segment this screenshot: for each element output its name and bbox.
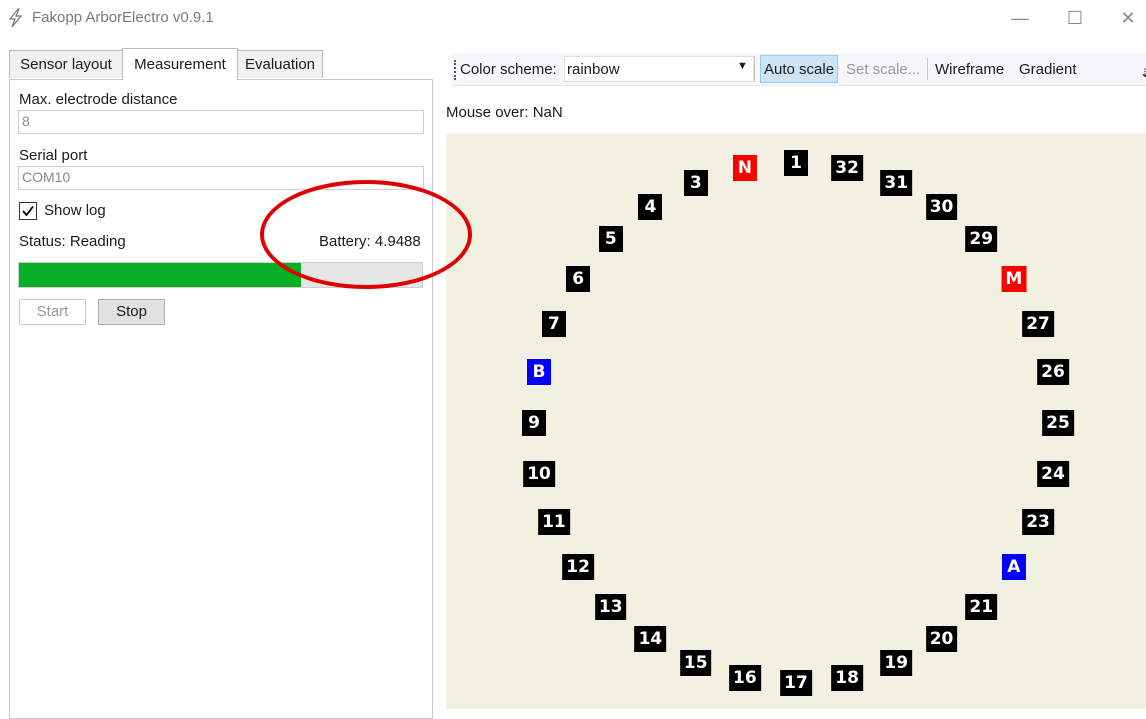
toolbar-separator (754, 56, 755, 82)
electrode-20[interactable]: 20 (925, 626, 958, 653)
show-log-label: Show log (44, 202, 106, 219)
lightning-icon (6, 8, 24, 28)
tab-sensor-layout[interactable]: Sensor layout (9, 50, 123, 78)
toolbar-separator (927, 58, 928, 80)
color-scheme-label: Color scheme: (460, 61, 557, 78)
color-scheme-select[interactable]: rainbow ▼ (564, 56, 754, 82)
electrode-29[interactable]: 29 (965, 226, 998, 253)
electrode-19[interactable]: 19 (880, 650, 913, 677)
dropdown-arrow-icon: ▼ (737, 60, 748, 72)
gradient-button[interactable]: Gradient (1019, 61, 1077, 78)
electrode-23[interactable]: 23 (1022, 509, 1054, 536)
minimize-button[interactable]: — (1000, 4, 1040, 32)
close-button[interactable]: ✕ (1108, 4, 1146, 32)
electrode-m[interactable]: M (1001, 265, 1027, 292)
electrode-18[interactable]: 18 (831, 665, 863, 691)
electrode-27[interactable]: 27 (1022, 310, 1054, 337)
electrode-5[interactable]: 5 (598, 226, 623, 253)
electrode-21[interactable]: 21 (965, 593, 998, 620)
wireframe-button[interactable]: Wireframe (935, 61, 1004, 78)
max-distance-field[interactable]: 8 (18, 110, 424, 134)
auto-scale-button[interactable]: Auto scale (760, 55, 839, 83)
electrode-24[interactable]: 24 (1037, 460, 1069, 487)
color-scheme-value: rainbow (567, 61, 620, 78)
electrode-9[interactable]: 9 (522, 410, 546, 436)
electrode-30[interactable]: 30 (925, 193, 958, 220)
title-bar: Fakopp ArborElectro v0.9.1 — ☐ ✕ (0, 0, 1146, 36)
max-distance-label: Max. electrode distance (19, 91, 178, 108)
electrode-11[interactable]: 11 (538, 509, 570, 536)
progress-fill (19, 263, 302, 287)
electrode-7[interactable]: 7 (541, 310, 566, 337)
electrode-14[interactable]: 14 (634, 626, 667, 653)
serial-port-field[interactable]: COM10 (18, 166, 424, 190)
toolbar-overflow-icon[interactable]: ⇣ (1140, 66, 1146, 80)
tab-evaluation[interactable]: Evaluation (237, 50, 323, 78)
electrode-4[interactable]: 4 (638, 193, 663, 220)
electrode-a[interactable]: A (1001, 554, 1026, 581)
progress-bar (18, 262, 423, 288)
electrode-1[interactable]: 1 (784, 150, 808, 176)
battery-text: Battery: 4.9488 (319, 233, 421, 250)
stop-button[interactable]: Stop (98, 299, 165, 325)
status-text: Status: Reading (19, 233, 126, 250)
checkmark-icon (22, 205, 34, 217)
window-title: Fakopp ArborElectro v0.9.1 (32, 9, 214, 26)
show-log-checkbox[interactable] (19, 202, 37, 220)
electrode-25[interactable]: 25 (1042, 410, 1074, 436)
set-scale-button[interactable]: Set scale... (846, 61, 920, 78)
electrode-12[interactable]: 12 (562, 554, 594, 581)
electrode-13[interactable]: 13 (594, 593, 627, 620)
serial-port-label: Serial port (19, 147, 88, 164)
electrode-6[interactable]: 6 (566, 265, 591, 292)
electrode-16[interactable]: 16 (729, 665, 761, 691)
electrode-32[interactable]: 32 (831, 154, 863, 181)
mouse-over-text: Mouse over: NaN (446, 104, 563, 121)
electrode-15[interactable]: 15 (679, 650, 712, 677)
electrode-17[interactable]: 17 (780, 670, 812, 696)
tab-measurement[interactable]: Measurement (122, 48, 238, 80)
electrode-n[interactable]: N (732, 154, 757, 181)
electrode-plot[interactable]: 1 32 31 30 29 M 27 26 25 24 23 A 21 20 19 18 17 16 15 14 13 1… (446, 133, 1146, 709)
electrode-3[interactable]: 3 (683, 169, 708, 196)
start-button[interactable]: Start (19, 299, 86, 325)
electrode-26[interactable]: 26 (1037, 359, 1069, 386)
electrode-b[interactable]: B (527, 359, 552, 386)
maximize-button[interactable]: ☐ (1055, 4, 1095, 32)
electrode-10[interactable]: 10 (523, 460, 555, 487)
electrode-31[interactable]: 31 (880, 169, 913, 196)
